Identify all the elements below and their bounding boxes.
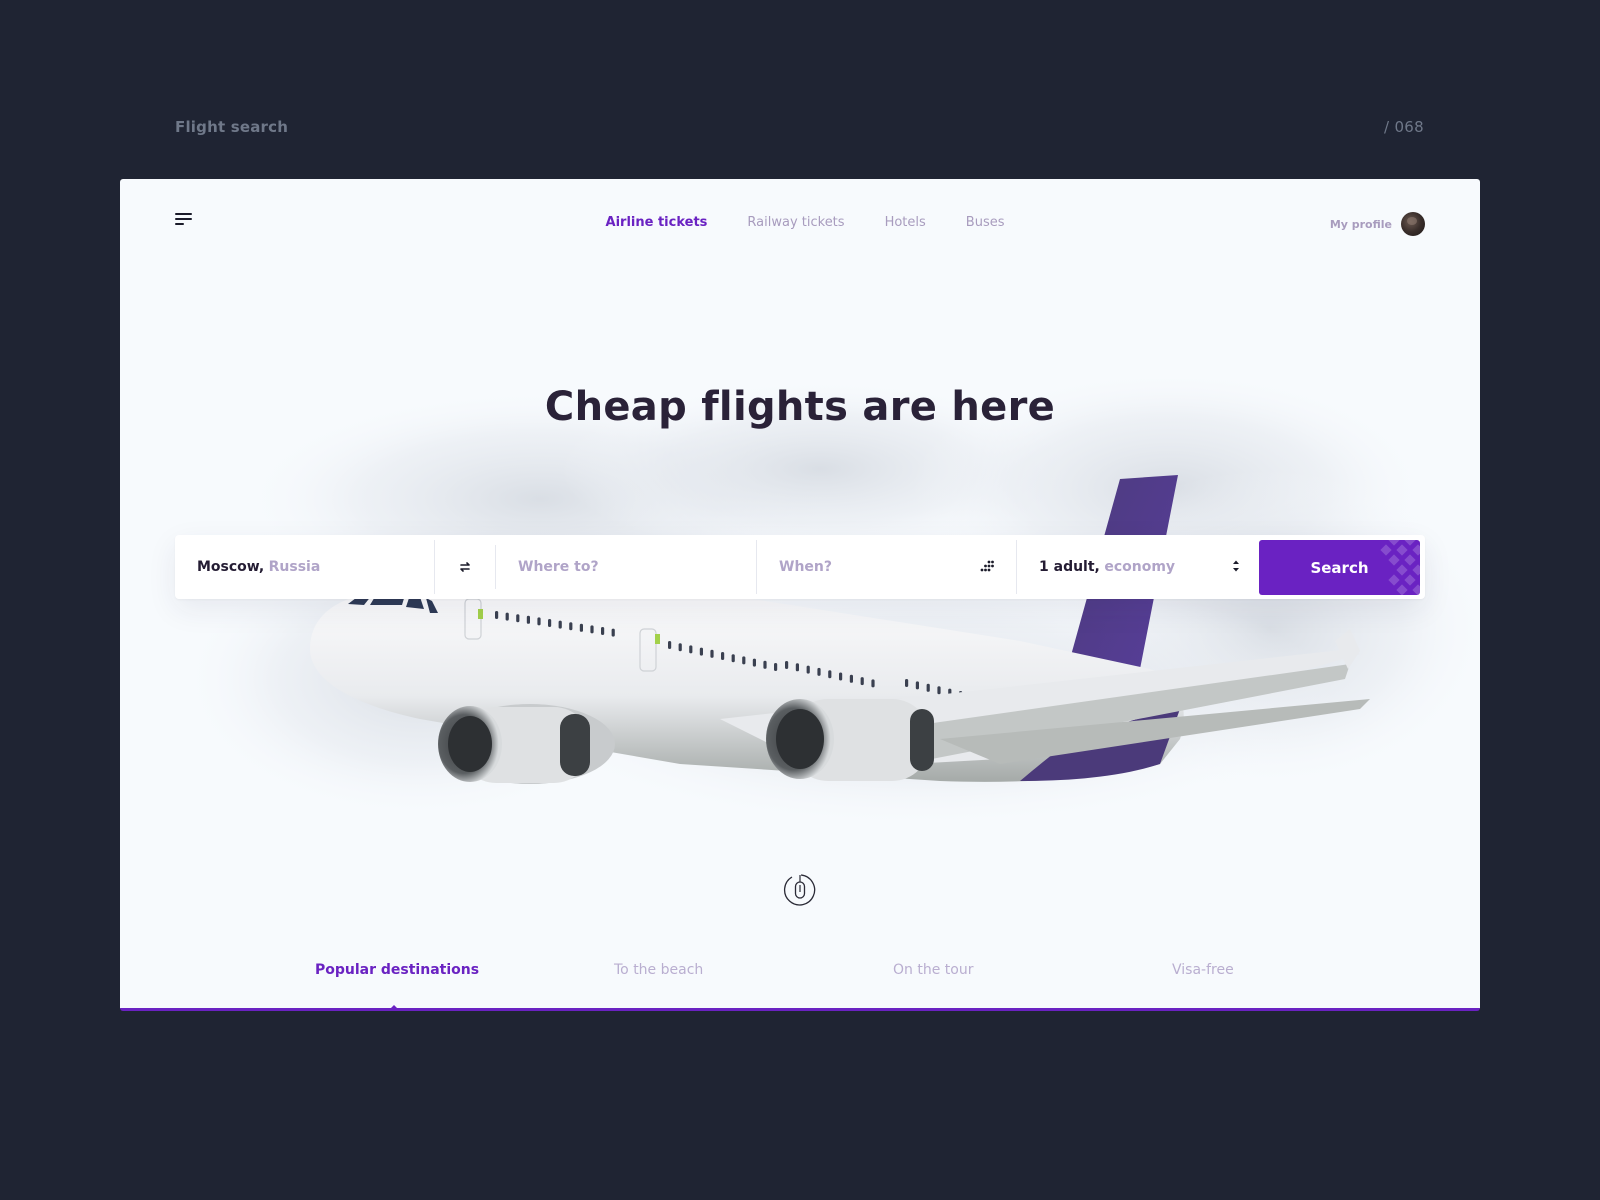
calendar-dots-icon[interactable]: [980, 560, 994, 574]
tab-visa-free[interactable]: Visa-free: [1172, 962, 1234, 978]
from-city: Moscow,: [197, 559, 265, 575]
profile-label: My profile: [1329, 217, 1392, 231]
plane-window: [948, 688, 952, 697]
flight-search-card: Airline tickets Railway tickets Hotels B…: [120, 179, 1480, 1011]
plane-window: [937, 686, 941, 695]
plane-window: [915, 681, 919, 690]
cabin-class: economy: [1104, 559, 1176, 575]
tab-on-the-tour[interactable]: On the tour: [893, 962, 973, 978]
mouse-scroll-icon[interactable]: [782, 872, 818, 908]
plane-window: [548, 619, 552, 627]
plane-window: [516, 614, 520, 623]
plane-window: [839, 672, 843, 681]
plane-window: [785, 661, 789, 669]
active-tab-indicator: [388, 1005, 400, 1008]
avatar[interactable]: [1401, 212, 1425, 236]
plane-window: [969, 693, 973, 702]
plane-window: [774, 663, 778, 671]
plane-window: [689, 645, 693, 654]
plane-window: [590, 625, 594, 634]
search-button[interactable]: Search: [1259, 540, 1420, 595]
search-button-label: Search: [1310, 558, 1369, 577]
to-field[interactable]: Where to?: [496, 540, 757, 594]
plane-window: [905, 679, 909, 687]
destination-tabs: Popular destinations To the beach On the…: [120, 948, 1480, 1008]
nav-hotels[interactable]: Hotels: [885, 215, 926, 230]
from-field[interactable]: Moscow, Russia: [175, 540, 435, 594]
plane-window: [731, 654, 735, 663]
plane-window: [710, 649, 714, 658]
airplane-hero-image: [180, 379, 1480, 829]
plane-window: [806, 665, 810, 674]
swap-button[interactable]: [435, 545, 496, 589]
plane-window: [871, 679, 875, 688]
plane-window: [579, 623, 583, 632]
page-number: / 068: [1384, 118, 1424, 136]
nav-airline-tickets[interactable]: Airline tickets: [606, 215, 708, 230]
plane-window: [763, 660, 767, 669]
plane-window: [678, 643, 682, 652]
page-label: Flight search: [175, 118, 289, 136]
plane-window: [668, 641, 672, 649]
plane-window: [611, 628, 615, 637]
swap-icon: [460, 562, 470, 572]
nav-railway-tickets[interactable]: Railway tickets: [747, 215, 844, 230]
hero-title: Cheap flights are here: [544, 384, 1056, 430]
sort-arrows-icon: [1233, 560, 1239, 572]
plane-window: [959, 691, 963, 699]
plane-window: [526, 615, 530, 624]
passengers-select[interactable]: 1 adult, economy: [1017, 540, 1258, 594]
date-field[interactable]: When?: [757, 540, 1017, 594]
plane-window: [569, 622, 573, 631]
main-nav: Airline tickets Railway tickets Hotels B…: [120, 215, 1480, 230]
plane-window: [817, 667, 821, 676]
flight-search-form: Moscow, Russia Where to? When? 1 adult, …: [175, 535, 1425, 599]
plane-window: [742, 656, 746, 665]
plane-window: [980, 695, 984, 704]
plane-window: [849, 674, 853, 683]
from-country: Russia: [268, 559, 321, 575]
plane-window: [495, 611, 499, 619]
plane-window: [558, 620, 562, 629]
nav-buses[interactable]: Buses: [966, 215, 1005, 230]
plane-window: [860, 677, 864, 686]
plane-window: [721, 652, 725, 660]
plane-window: [699, 647, 703, 656]
plane-window: [505, 612, 509, 621]
plane-window: [537, 617, 541, 626]
plane-window: [828, 670, 832, 679]
date-placeholder: When?: [779, 559, 832, 575]
tab-popular-destinations[interactable]: Popular destinations: [315, 962, 479, 978]
plane-window: [926, 683, 930, 692]
diamond-pattern-icon: [1380, 540, 1420, 595]
plane-window: [795, 663, 799, 672]
to-placeholder: Where to?: [518, 559, 599, 575]
plane-window: [601, 627, 605, 635]
tab-to-the-beach[interactable]: To the beach: [614, 962, 703, 978]
my-profile-link[interactable]: My profile: [1330, 212, 1425, 236]
passenger-count: 1 adult,: [1039, 559, 1100, 575]
plane-window: [752, 658, 756, 667]
